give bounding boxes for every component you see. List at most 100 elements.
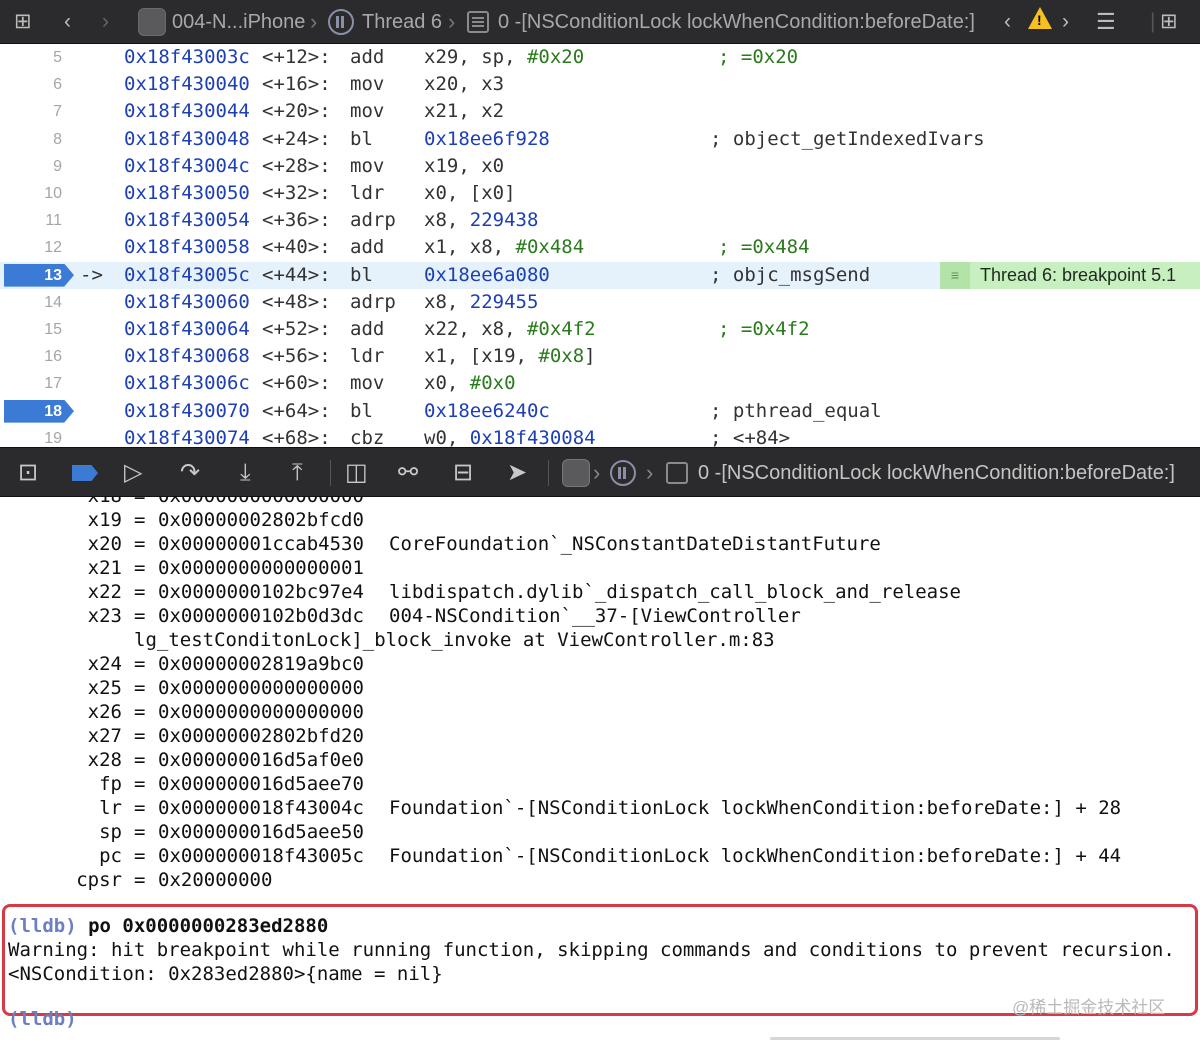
back-arrow-icon[interactable]: ‹ xyxy=(64,0,71,44)
register-name: x27 xyxy=(87,725,122,747)
disassembly-line[interactable]: 17 0x18f43006c <+60>: mov x0, #0x0 xyxy=(0,370,1200,397)
register-equals: = xyxy=(134,509,146,531)
app-icon xyxy=(138,8,166,36)
register-name: x19 xyxy=(87,509,122,531)
line-number[interactable]: 7 xyxy=(0,98,62,125)
instruction-comment: ; objc_msgSend xyxy=(710,263,871,286)
line-number[interactable]: 10 xyxy=(0,180,62,207)
disassembly-line[interactable]: 12 0x18f430058 <+40>: add x1, x8, #0x484 ; =0… xyxy=(0,234,1200,261)
register-name: x20 xyxy=(87,533,122,555)
register-row: x26 = 0x0000000000000000 xyxy=(0,700,1200,724)
register-value: 0x00000001ccab4530 xyxy=(158,533,364,555)
horizontal-scrollbar[interactable] xyxy=(770,1037,1060,1040)
instruction-mnemonic: mov xyxy=(350,73,385,96)
line-number[interactable]: 17 xyxy=(0,370,62,397)
add-editor-icon[interactable]: ⊞ xyxy=(1160,0,1178,44)
operand-token: x21, x2 xyxy=(424,100,505,123)
register-value: 0x0000000000000000 xyxy=(158,497,364,508)
register-name: x21 xyxy=(87,557,122,579)
disassembly-line[interactable]: 7 0x18f430044 <+20>: mov x21, x2 xyxy=(0,98,1200,125)
lldb-input-prompt[interactable]: (lldb) xyxy=(8,1007,77,1031)
instruction-mnemonic: add xyxy=(350,46,385,68)
disassembly-line[interactable]: 11 0x18f430054 <+36>: adrp x8, 229438 xyxy=(0,207,1200,234)
jump-bar-thread[interactable]: Thread 6 xyxy=(362,0,442,44)
step-out-icon[interactable]: ⤒ xyxy=(292,448,303,498)
instruction-operands: x0, #0x0 xyxy=(424,370,516,397)
disassembly-line[interactable]: 18 0x18f430070 <+64>: bl 0x18ee6240c ; pthrea… xyxy=(0,398,1200,425)
line-number[interactable]: 14 xyxy=(0,289,62,316)
line-number[interactable]: 8 xyxy=(0,126,62,153)
thread-icon xyxy=(328,9,354,35)
step-over-icon[interactable]: ↷ xyxy=(180,448,200,498)
disassembly-line[interactable]: 8 0x18f430048 <+24>: bl 0x18ee6f928 ; object_… xyxy=(0,126,1200,153)
debug-bar-frame[interactable]: 0 -[NSConditionLock lockWhenCondition:be… xyxy=(698,448,1175,498)
divider-icon: | xyxy=(1150,10,1156,33)
line-number[interactable]: 12 xyxy=(0,234,62,261)
instruction-offset: <+56>: xyxy=(262,345,331,368)
register-value: 0x00000002819a9bc0 xyxy=(158,653,364,675)
register-value: 0x000000018f43004c xyxy=(158,797,364,819)
line-number[interactable]: 11 xyxy=(0,207,62,234)
warning-icon[interactable]: ! xyxy=(1028,7,1052,29)
disassembly-line[interactable]: 19 0x18f430074 <+68>: cbz w0, 0x18f430084 ; <… xyxy=(0,425,1200,447)
line-number[interactable]: 15 xyxy=(0,316,62,343)
instruction-comment: ; =0x4f2 xyxy=(718,318,810,340)
disassembly-line[interactable]: 14 0x18f430060 <+48>: adrp x8, 229455 xyxy=(0,289,1200,316)
line-number[interactable]: 19 xyxy=(0,425,62,447)
operand-token: x0, [x0] xyxy=(424,182,516,204)
hide-debug-area-icon[interactable]: ⊡ xyxy=(18,448,38,498)
annotation-text: Thread 6: breakpoint 5.1 xyxy=(980,264,1177,285)
line-number[interactable]: 13 xyxy=(0,262,62,289)
instruction-comment: ; =0x484 xyxy=(718,236,810,259)
memory-graph-icon[interactable]: ⚯ xyxy=(398,448,418,498)
disassembly-line[interactable]: 9 0x18f43004c <+28>: mov x19, x0 xyxy=(0,153,1200,180)
register-value: 0x00000002802bfd20 xyxy=(158,725,364,747)
register-row: x22 = 0x0000000102bc97e4 libdispatch.dylib`… xyxy=(0,580,1200,604)
disassembly-line[interactable]: 13 -> 0x18f43005c <+44>: bl 0x18ee6a080 ; objc… xyxy=(0,261,1200,289)
minimap-icon[interactable]: ☰ xyxy=(1096,0,1116,44)
jump-bar-project[interactable]: 004-N...iPhone xyxy=(172,0,305,44)
disassembly-editor[interactable]: 5 0x18f43003c <+12>: add x29, sp, #0x20 ; =0x… xyxy=(0,44,1200,447)
breakpoints-toggle-icon[interactable] xyxy=(72,465,98,481)
line-number[interactable]: 5 xyxy=(0,44,62,71)
disassembly-line[interactable]: 15 0x18f430064 <+52>: add x22, x8, #0x4f2 ; =… xyxy=(0,316,1200,343)
disassembly-line[interactable]: 16 0x18f430068 <+56>: ldr x1, [x19, #0x8] xyxy=(0,343,1200,370)
operand-token: ] xyxy=(584,345,596,368)
operand-token: x1, x8, xyxy=(424,236,516,259)
operand-token: 0x18ee6a080 xyxy=(424,263,550,286)
debug-console[interactable]: x18 = 0x0000000000000000 x19 = 0x00000002802b… xyxy=(0,497,1200,1043)
register-symbol: Foundation`-[NSConditionLock lockWhenCon… xyxy=(389,797,1122,819)
line-number[interactable]: 9 xyxy=(0,153,62,180)
register-symbol: libdispatch.dylib`_dispatch_call_block_a… xyxy=(389,581,961,603)
instruction-offset: <+36>: xyxy=(262,209,331,232)
register-value: 0x0000000102bc97e4 xyxy=(158,581,364,603)
disassembly-line[interactable]: 6 0x18f430040 <+16>: mov x20, x3 xyxy=(0,71,1200,98)
environment-overrides-icon[interactable]: ⊟ xyxy=(453,448,473,498)
step-into-icon[interactable]: ⤓ xyxy=(240,448,251,498)
instruction-mnemonic: ldr xyxy=(350,182,385,204)
register-row: x19 = 0x00000002802bfcd0 xyxy=(0,508,1200,532)
breakpoint-annotation[interactable]: ≡ Thread 6: breakpoint 5.1 xyxy=(940,261,1200,289)
prev-issue-icon[interactable]: ‹ xyxy=(1004,0,1011,44)
register-value: 0x0000000102b0d3dc xyxy=(158,605,364,627)
related-items-icon[interactable]: ⊞ xyxy=(14,0,32,44)
forward-arrow-icon[interactable]: › xyxy=(102,0,109,44)
operand-token: x22, x8, xyxy=(424,318,527,340)
instruction-address: 0x18f430048 xyxy=(124,127,250,150)
disassembly-line[interactable]: 10 0x18f430050 <+32>: ldr x0, [x0] xyxy=(0,180,1200,207)
disassembly-line[interactable]: 5 0x18f43003c <+12>: add x29, sp, #0x20 ; =0x… xyxy=(0,44,1200,71)
simulate-location-icon[interactable]: ➤ xyxy=(507,448,527,498)
register-name: x26 xyxy=(87,701,122,723)
jump-bar-frame[interactable]: 0 -[NSConditionLock lockWhenCondition:be… xyxy=(498,0,975,44)
instruction-mnemonic: bl xyxy=(350,399,373,422)
continue-icon[interactable]: ▷ xyxy=(124,448,142,498)
register-value: 0x0000000000000001 xyxy=(158,557,364,579)
register-equals: = xyxy=(134,725,146,747)
line-number[interactable]: 16 xyxy=(0,343,62,370)
line-number[interactable]: 6 xyxy=(0,71,62,98)
line-number[interactable]: 18 xyxy=(0,398,62,425)
next-issue-icon[interactable]: › xyxy=(1062,0,1069,44)
view-hierarchy-icon[interactable]: ◫ xyxy=(345,448,368,498)
annotation-menu-icon[interactable]: ≡ xyxy=(940,261,970,289)
watermark: @稀土掘金技术社区 xyxy=(1012,998,1166,1017)
